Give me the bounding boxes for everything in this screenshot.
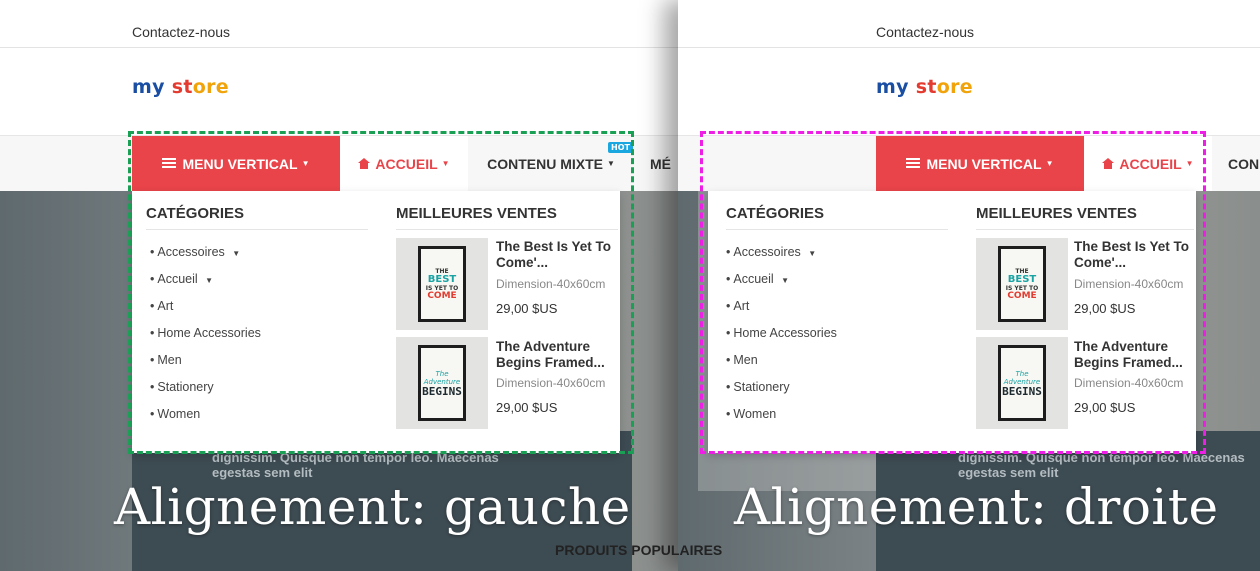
alignment-guide-right (700, 131, 1206, 454)
tab-bestsellers-partial[interactable]: MÉ (650, 136, 680, 191)
caption-left-alignment: Alignement: gauche (114, 478, 631, 536)
tab-mixed-content-partial[interactable]: CON (1228, 136, 1260, 191)
hero-text: dignissim. Quisque non tempor leo. Maece… (958, 450, 1245, 480)
header-divider (678, 47, 1260, 48)
left-screenshot-panel: Contactez-nous my store dignissim. Quisq… (0, 0, 680, 571)
right-screenshot-panel: Contactez-nous my store dignissim. Quisq… (678, 0, 1260, 571)
alignment-guide-left (128, 131, 634, 454)
contact-link[interactable]: Contactez-nous (132, 24, 230, 40)
contact-link[interactable]: Contactez-nous (876, 24, 974, 40)
caption-right-alignment: Alignement: droite (734, 478, 1219, 536)
header-divider (0, 47, 680, 48)
popular-products-heading: PRODUITS POPULAIRES (555, 542, 723, 558)
store-logo[interactable]: my store (132, 76, 229, 98)
store-logo[interactable]: my store (876, 76, 973, 98)
hero-text: dignissim. Quisque non tempor leo. Maece… (212, 450, 499, 480)
